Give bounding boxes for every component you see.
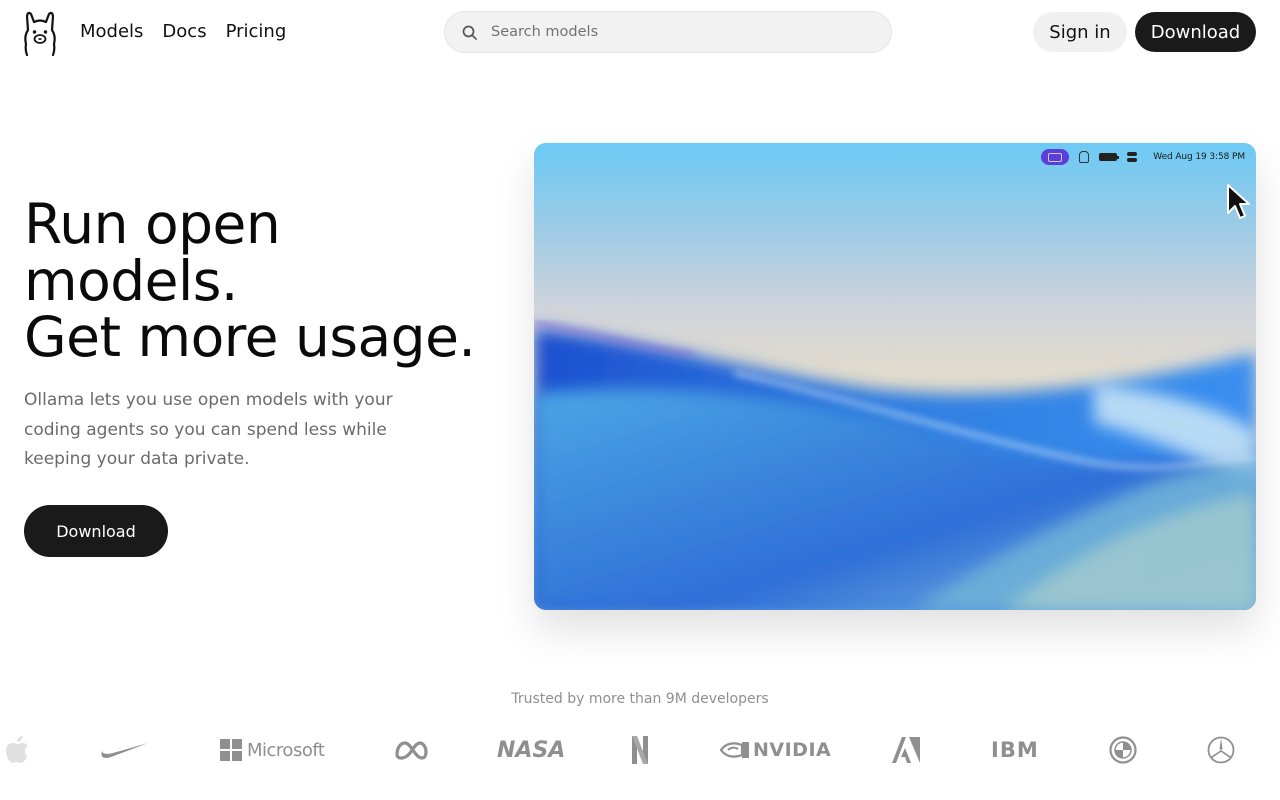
apple-logo-icon (4, 726, 30, 774)
nav-pricing[interactable]: Pricing (226, 20, 287, 44)
search-bar[interactable] (444, 11, 892, 53)
nike-logo-icon (99, 726, 149, 774)
microsoft-squares-icon (220, 739, 242, 761)
ollama-logo-icon[interactable] (22, 10, 58, 56)
hero-title-line: Run open (24, 192, 281, 256)
main-nav: Models Docs Pricing (80, 20, 305, 44)
adobe-logo-icon (892, 726, 920, 774)
nvidia-logo: NVIDIA (720, 726, 831, 774)
hero-title: Run open models. Get more usage. (24, 196, 524, 366)
nav-docs[interactable]: Docs (162, 20, 206, 44)
hero-title-line: models. (24, 248, 238, 313)
battery-icon[interactable] (1099, 153, 1120, 161)
meta-logo-icon (393, 726, 429, 774)
hero-title-line: Get more usage. (24, 305, 476, 369)
search-icon (462, 25, 477, 40)
hero-download-button[interactable]: Download (24, 505, 168, 557)
trusted-by-text: Trusted by more than 9M developers (511, 691, 769, 707)
netflix-logo-icon (631, 726, 649, 774)
site-header: Models Docs Pricing Sign in Download (0, 0, 1280, 64)
desktop-preview: Wed Aug 19 3:58 PM (534, 143, 1256, 610)
control-center-icon[interactable] (1127, 152, 1143, 162)
nvidia-eye-icon (720, 742, 749, 758)
sign-in-button[interactable]: Sign in (1033, 12, 1127, 52)
ibm-wordmark: IBM (991, 738, 1039, 762)
bmw-logo-icon (1109, 726, 1137, 774)
microsoft-wordmark: Microsoft (247, 739, 325, 761)
menu-bar: Wed Aug 19 3:58 PM (1041, 148, 1245, 166)
search-input[interactable] (491, 12, 881, 52)
nvidia-wordmark: NVIDIA (753, 739, 832, 761)
wallpaper-image (534, 143, 1256, 610)
microsoft-logo: Microsoft (220, 726, 325, 774)
header-download-button[interactable]: Download (1135, 12, 1256, 52)
nasa-wordmark: NASA (497, 737, 566, 763)
mouse-cursor-icon (1227, 184, 1250, 219)
ibm-logo: IBM (991, 726, 1039, 774)
mercedes-logo-icon (1207, 726, 1235, 774)
menubar-datetime[interactable]: Wed Aug 19 3:58 PM (1153, 152, 1245, 162)
llama-status-icon[interactable] (1079, 151, 1090, 163)
nav-models[interactable]: Models (80, 20, 143, 44)
customer-logos: Microsoft NASA NVIDIA IBM (0, 726, 1280, 774)
ollama-menu-icon[interactable] (1041, 149, 1070, 165)
nasa-logo: NASA (497, 726, 565, 774)
hero-subtitle: Ollama lets you use open models with you… (24, 390, 393, 469)
